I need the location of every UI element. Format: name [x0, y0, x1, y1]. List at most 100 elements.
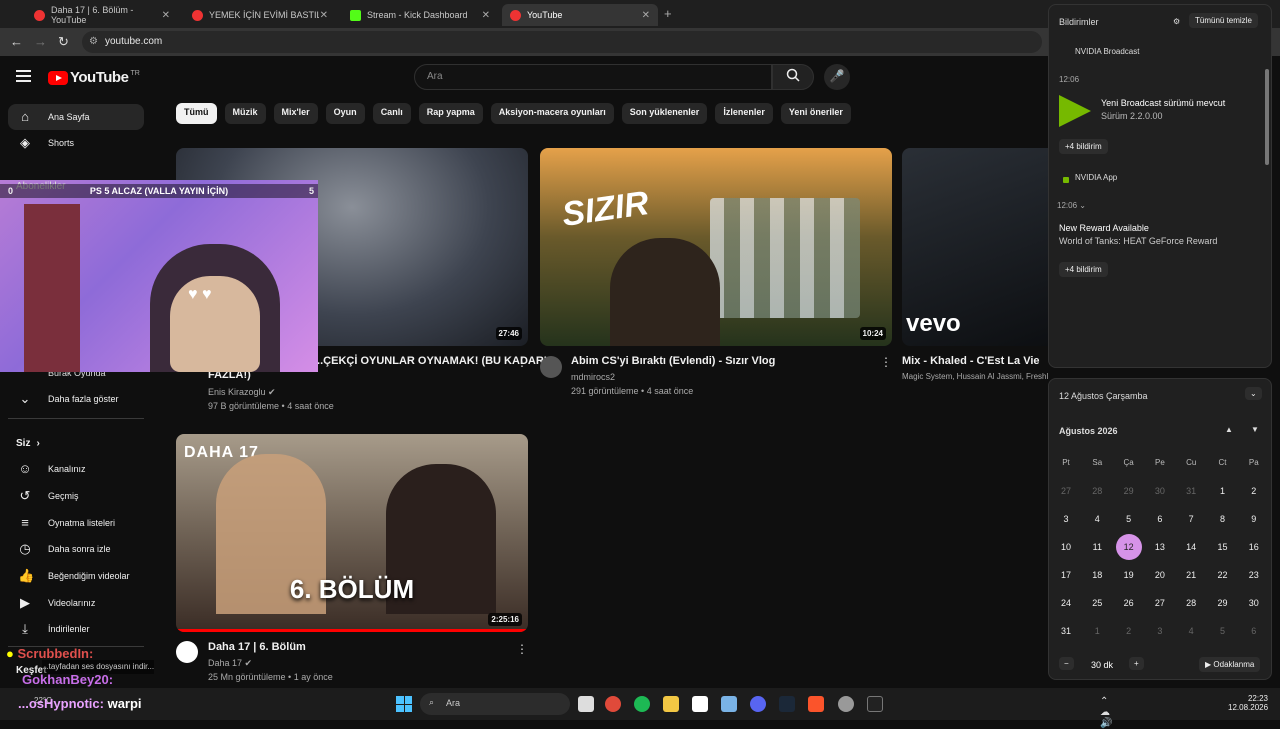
calendar-day[interactable]: 26 — [1116, 590, 1142, 616]
chevron-down-icon[interactable]: ⌄ — [1079, 201, 1086, 210]
calendar-day[interactable]: 23 — [1241, 562, 1267, 588]
more-options-icon[interactable]: ⋮ — [880, 355, 892, 369]
calendar-day[interactable]: 8 — [1210, 506, 1236, 532]
video-title[interactable]: Abim CS'yi Bıraktı (Evlendi) - Sızır Vlo… — [571, 354, 775, 368]
calendar-day[interactable]: 28 — [1084, 478, 1110, 504]
search-button[interactable] — [772, 64, 814, 90]
notification-title[interactable]: Yeni Broadcast sürümü mevcut — [1101, 98, 1225, 108]
calendar-day[interactable]: 1 — [1084, 618, 1110, 644]
calendar-day[interactable]: 1 — [1210, 478, 1236, 504]
more-options-icon[interactable]: ⋮ — [516, 355, 528, 369]
back-icon[interactable]: ← — [10, 34, 23, 49]
notification-title[interactable]: New Reward Available — [1059, 223, 1149, 233]
video-channel[interactable]: Enis Kirazoglu ✔ — [208, 385, 276, 399]
sidebar-item-show-more[interactable]: ⌄ Daha fazla göster — [8, 386, 144, 412]
calendar-day[interactable]: 2 — [1116, 618, 1142, 644]
discord-icon[interactable] — [750, 696, 766, 712]
app-icon[interactable] — [692, 696, 708, 712]
calendar-day[interactable]: 5 — [1116, 506, 1142, 532]
focus-button[interactable]: ▶ Odaklanma — [1199, 657, 1261, 672]
calendar-day[interactable]: 17 — [1053, 562, 1079, 588]
calendar-day[interactable]: 29 — [1116, 478, 1142, 504]
tab-youtube[interactable]: YouTube ✕ — [502, 4, 658, 26]
calendar-day[interactable]: 4 — [1178, 618, 1204, 644]
chip-action-adventure[interactable]: Aksiyon-macera oyunları — [490, 103, 614, 124]
calendar-day[interactable]: 19 — [1116, 562, 1142, 588]
calendar-day[interactable]: 31 — [1053, 618, 1079, 644]
chip-mixes[interactable]: Mix'ler — [273, 103, 318, 124]
sidebar-item-your-videos[interactable]: ▶ Videolarınız — [8, 590, 144, 616]
tab-yemek[interactable]: YEMEK İÇİN EVİMİ BASTILARI ... ✕ — [184, 4, 336, 26]
calendar-day[interactable]: 14 — [1178, 534, 1204, 560]
calendar-day[interactable]: 15 — [1210, 534, 1236, 560]
close-tab-icon[interactable]: ✕ — [320, 10, 328, 21]
channel-avatar[interactable] — [540, 356, 562, 378]
sidebar-item-history[interactable]: ↺ Geçmiş — [8, 483, 144, 509]
decrease-focus-icon[interactable]: − — [1059, 657, 1074, 670]
windows-start-icon[interactable] — [396, 696, 412, 712]
close-tab-icon[interactable]: ✕ — [482, 10, 490, 21]
chrome-icon[interactable] — [605, 696, 621, 712]
calendar-day[interactable]: 11 — [1084, 534, 1110, 560]
next-month-icon[interactable]: ▼ — [1251, 425, 1259, 434]
video-title[interactable]: ...ÇEKÇİ OYUNLAR OYNAMAK! (BU KADARI — [314, 354, 547, 368]
calendar-day[interactable]: 20 — [1147, 562, 1173, 588]
chip-all[interactable]: Tümü — [176, 103, 217, 124]
video-thumbnail[interactable]: DAHA 17 6. BÖLÜM 2:25:16 — [176, 434, 528, 632]
forward-icon[interactable]: → — [34, 34, 47, 49]
taskbar-clock[interactable]: 22:23 12.08.2026 — [1228, 694, 1268, 712]
menu-icon[interactable] — [16, 70, 31, 82]
calendar-day[interactable]: 16 — [1241, 534, 1267, 560]
calendar-day[interactable]: 29 — [1210, 590, 1236, 616]
app-icon[interactable] — [721, 696, 737, 712]
calendar-day[interactable]: 3 — [1147, 618, 1173, 644]
calendar-day[interactable]: 25 — [1084, 590, 1110, 616]
task-view-icon[interactable] — [578, 696, 594, 712]
obs-icon[interactable] — [838, 696, 854, 712]
search-input[interactable]: Ara — [414, 64, 772, 90]
youtube-logo[interactable]: YouTube TR — [48, 69, 140, 86]
chip-watched[interactable]: İzlenenler — [715, 103, 773, 124]
sidebar-item-playlists[interactable]: ≡ Oynatma listeleri — [8, 510, 144, 536]
collapse-calendar-icon[interactable]: ⌄ — [1245, 387, 1262, 400]
sidebar-section-you[interactable]: Siz › — [8, 430, 144, 456]
settings-icon[interactable]: ⚙ — [1173, 17, 1180, 26]
previous-month-icon[interactable]: ▲ — [1225, 425, 1233, 434]
video-channel[interactable]: Magic System, Hussain Al Jassmi, Freshly… — [902, 370, 1048, 384]
video-channel[interactable]: mdmirocs2 — [571, 370, 615, 384]
tab-kick[interactable]: Stream - Kick Dashboard ✕ — [342, 4, 498, 26]
calendar-day[interactable]: 18 — [1084, 562, 1110, 588]
file-explorer-icon[interactable] — [663, 696, 679, 712]
calendar-day[interactable]: 27 — [1053, 478, 1079, 504]
sidebar-item-downloads[interactable]: ⤓ İndirilenler — [8, 616, 144, 642]
video-thumbnail[interactable]: vevo — [902, 148, 1048, 346]
calendar-day[interactable]: 27 — [1147, 590, 1173, 616]
calendar-day[interactable]: 12 — [1115, 534, 1142, 560]
voice-search-icon[interactable]: 🎤 — [824, 64, 850, 90]
sidebar-item-shorts[interactable]: ◈ Shorts — [8, 130, 144, 156]
video-title[interactable]: Daha 17 | 6. Bölüm — [208, 640, 306, 654]
calendar-day[interactable]: 24 — [1053, 590, 1079, 616]
chip-recently-uploaded[interactable]: Son yüklenenler — [621, 103, 708, 124]
terminal-icon[interactable] — [867, 696, 883, 712]
chip-music[interactable]: Müzik — [224, 103, 266, 124]
sidebar-item-your-channel[interactable]: ☺ Kanalınız — [8, 456, 144, 482]
site-info-icon[interactable]: ⚙ — [89, 36, 98, 47]
calendar-day[interactable]: 6 — [1147, 506, 1173, 532]
new-tab-icon[interactable]: + — [664, 6, 672, 21]
calendar-day[interactable]: 9 — [1241, 506, 1267, 532]
chip-gaming[interactable]: Oyun — [325, 103, 365, 124]
scrollbar[interactable] — [1265, 69, 1269, 165]
clear-all-button[interactable]: Tümünü temizle — [1189, 13, 1258, 28]
sidebar-item-liked[interactable]: 👍 Beğendiğim videolar — [8, 563, 144, 589]
calendar-day[interactable]: 10 — [1053, 534, 1079, 560]
sidebar-item-home[interactable]: ⌂ Ana Sayfa — [8, 104, 144, 130]
calendar-day[interactable]: 5 — [1210, 618, 1236, 644]
brave-icon[interactable] — [808, 696, 824, 712]
reload-icon[interactable]: ↻ — [58, 34, 69, 50]
calendar-day[interactable]: 7 — [1178, 506, 1204, 532]
video-channel[interactable]: Daha 17 ✔ — [208, 656, 252, 670]
close-tab-icon[interactable]: ✕ — [642, 10, 650, 21]
calendar-day[interactable]: 21 — [1178, 562, 1204, 588]
video-title[interactable]: Mix - Khaled - C'Est La Vie — [902, 354, 1048, 368]
